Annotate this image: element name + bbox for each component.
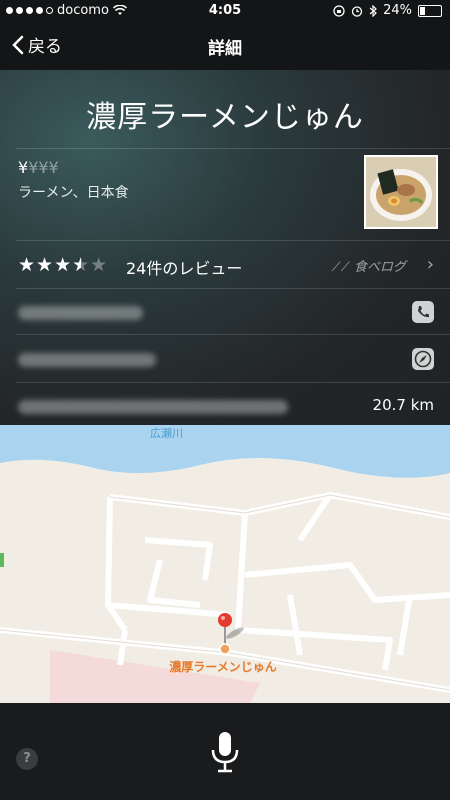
divider <box>16 148 450 149</box>
battery-icon <box>418 4 442 17</box>
map-pin-icon[interactable] <box>218 613 232 627</box>
price-level: ¥¥¥¥ <box>18 158 59 177</box>
website-redacted <box>18 353 156 367</box>
compass-icon[interactable] <box>412 348 434 370</box>
chevron-right-icon: › <box>426 254 434 275</box>
page-title: 詳細 <box>208 39 242 59</box>
bluetooth-icon <box>369 4 377 17</box>
divider <box>16 334 450 335</box>
restaurant-name: 濃厚ラーメンじゅん <box>86 100 364 135</box>
review-source-logo: ⟋⟋ 食べログ <box>332 256 406 275</box>
battery-percent: 24% <box>383 3 412 18</box>
phone-number-redacted <box>18 306 143 320</box>
star-empty-icon: ★ <box>90 254 109 276</box>
star-full-icon: ★★★ <box>18 254 73 276</box>
price-inactive: ¥¥¥ <box>28 158 59 177</box>
review-count: 24件のレビュー <box>126 259 243 278</box>
phone-icon[interactable] <box>412 301 434 323</box>
help-button[interactable]: ? <box>16 748 38 770</box>
microphone-button[interactable] <box>208 730 242 774</box>
place-card: 濃厚ラーメンじゅん ¥¥¥¥ ラーメン、日本食 ★★★★★ 24件のレビュー ⟋… <box>0 70 450 425</box>
river-label: 広瀬川 <box>150 427 183 440</box>
restaurant-photo[interactable] <box>364 155 438 229</box>
star-half-icon: ★ <box>72 254 91 276</box>
ramen-bowl-image <box>366 157 436 227</box>
category-label: ラーメン、日本食 <box>18 185 129 201</box>
address-redacted <box>18 400 288 414</box>
divider <box>16 382 450 383</box>
chopsticks-icon: ⟋⟋ <box>331 260 350 275</box>
review-source-name: 食べログ <box>353 260 406 275</box>
map-pin-label: 濃厚ラーメンじゅん <box>169 660 277 674</box>
rating-row[interactable]: ★★★★★ 24件のレビュー ⟋⟋ 食べログ › <box>0 240 450 288</box>
distance: 20.7 km <box>372 396 434 414</box>
star-rating: ★★★★★ <box>18 254 108 276</box>
navigation-bar: 戻る 詳細 <box>0 22 450 70</box>
divider <box>16 288 450 289</box>
rotation-lock-icon <box>333 4 345 17</box>
status-icons: 24% <box>333 3 442 18</box>
price-active: ¥ <box>18 158 29 177</box>
status-bar: docomo 4:05 24% <box>0 0 450 22</box>
alarm-icon <box>351 5 363 17</box>
microphone-icon <box>211 732 239 773</box>
